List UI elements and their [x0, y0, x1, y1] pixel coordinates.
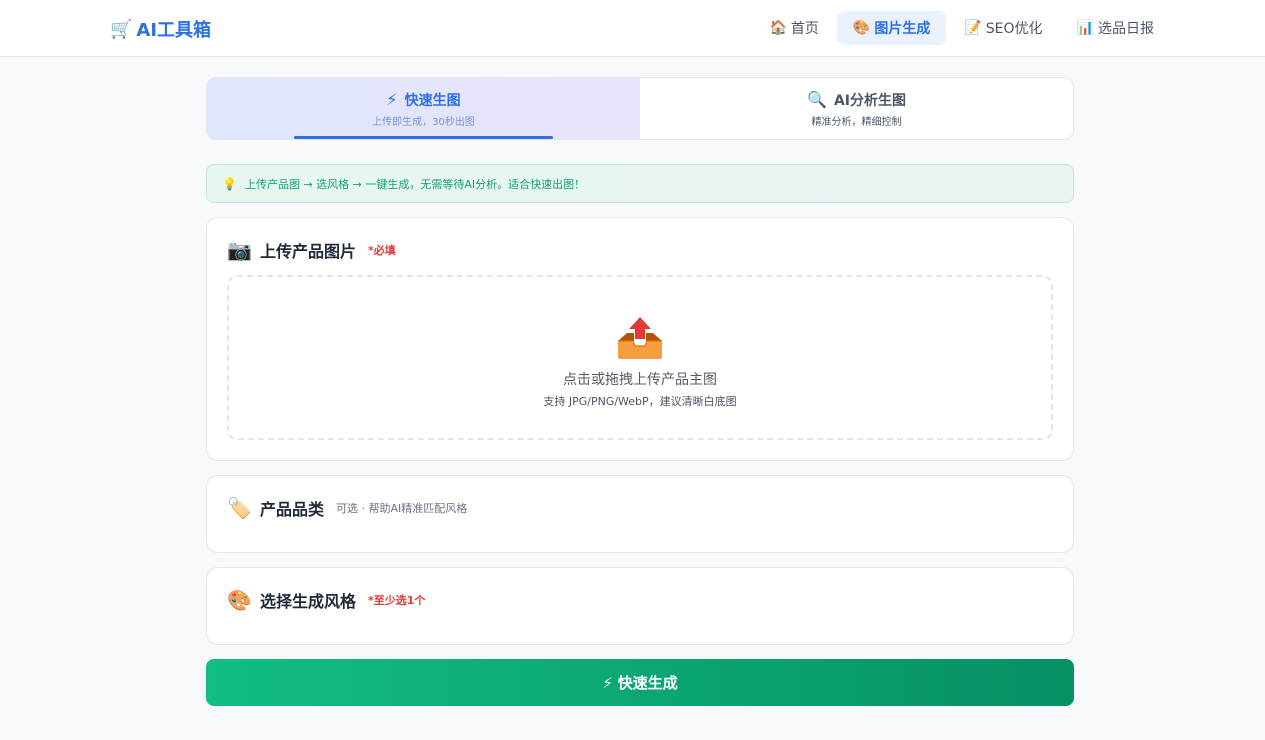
quick-generate-button[interactable]: ⚡ 快速生成: [206, 659, 1074, 706]
tag-icon: 🏷️: [227, 496, 252, 520]
dropzone-main-text: 点击或拖拽上传产品主图: [563, 371, 717, 388]
house-icon: 🏠: [769, 20, 787, 36]
magnifier-icon: 🔍: [807, 90, 827, 109]
nav-item-label: 图片生成: [874, 21, 931, 37]
upload-card-header: 📷 上传产品图片 *必填: [227, 238, 396, 262]
tab-title: ⚡ 快速生图: [386, 90, 460, 110]
tab-title-label: 快速生图: [404, 92, 461, 109]
tab-subtitle: 上传即生成，30秒出图: [372, 116, 475, 128]
main-nav: 🏠 首页 🎨 图片生成 📝 SEO优化 📊 选品日报: [753, 11, 1170, 45]
category-card: 🏷️ 产品品类 可选 · 帮助AI精准匹配风格: [206, 475, 1074, 553]
nav-item-seo[interactable]: 📝 SEO优化: [948, 11, 1058, 45]
tab-subtitle: 精准分析，精细控制: [811, 116, 902, 128]
tip-banner: 💡 上传产品图 → 选风格 → 一键生成，无需等待AI分析。适合快速出图！: [206, 164, 1074, 203]
active-tab-indicator: [294, 136, 553, 139]
required-badge: *至少选1个: [368, 594, 426, 607]
nav-item-label: 首页: [790, 21, 819, 37]
section-title: 选择生成风格: [260, 592, 357, 611]
bar-chart-icon: 📊: [1076, 20, 1094, 36]
required-badge: *必填: [368, 244, 396, 257]
style-card-header: 🎨 选择生成风格 *至少选1个: [227, 588, 425, 612]
nav-item-home[interactable]: 🏠 首页: [753, 11, 834, 45]
section-title: 上传产品图片: [260, 242, 357, 261]
mode-tabs: ⚡ 快速生图 上传即生成，30秒出图 🔍 AI分析生图 精准分析，精细控制: [206, 77, 1074, 140]
nav-item-label: 选品日报: [1098, 21, 1154, 37]
upload-card: 📷 上传产品图片 *必填 点击或拖拽上传产品主图 支持 JPG/PNG/WebP…: [206, 217, 1074, 461]
tab-quick-generate[interactable]: ⚡ 快速生图 上传即生成，30秒出图: [207, 78, 640, 139]
top-header: 🛒 AI工具箱 🏠 首页 🎨 图片生成 📝 SEO优化 📊 选品日报: [0, 0, 1265, 57]
section-hint: 可选 · 帮助AI精准匹配风格: [336, 502, 468, 515]
palette-icon: 🎨: [852, 20, 871, 36]
lightning-icon: ⚡: [602, 673, 613, 692]
nav-item-image-generation[interactable]: 🎨 图片生成: [836, 11, 947, 45]
brand-label: AI工具箱: [136, 20, 212, 41]
palette-icon: 🎨: [227, 588, 252, 612]
camera-icon: 📷: [227, 238, 252, 262]
tab-ai-analysis-generate[interactable]: 🔍 AI分析生图 精准分析，精细控制: [640, 78, 1073, 139]
cart-icon: 🛒: [110, 18, 133, 40]
category-card-header: 🏷️ 产品品类 可选 · 帮助AI精准匹配风格: [227, 496, 467, 520]
dropzone-sub-text: 支持 JPG/PNG/WebP，建议清晰白底图: [543, 394, 737, 408]
memo-icon: 📝: [964, 20, 982, 36]
tab-title-label: AI分析生图: [833, 92, 906, 109]
style-card: 🎨 选择生成风格 *至少选1个: [206, 567, 1074, 645]
generate-button-label: 快速生成: [617, 674, 678, 692]
section-title: 产品品类: [260, 500, 325, 519]
tab-title: 🔍 AI分析生图: [807, 90, 906, 110]
lightning-icon: ⚡: [386, 90, 398, 109]
image-dropzone[interactable]: 点击或拖拽上传产品主图 支持 JPG/PNG/WebP，建议清晰白底图: [227, 275, 1053, 440]
nav-item-daily-report[interactable]: 📊 选品日报: [1061, 11, 1170, 45]
nav-item-label: SEO优化: [985, 21, 1043, 37]
outbox-tray-icon: [618, 316, 662, 359]
brand-logo[interactable]: 🛒 AI工具箱: [110, 16, 211, 42]
tip-text: 上传产品图 → 选风格 → 一键生成，无需等待AI分析。适合快速出图！: [244, 177, 586, 191]
lightbulb-icon: 💡: [222, 176, 237, 191]
